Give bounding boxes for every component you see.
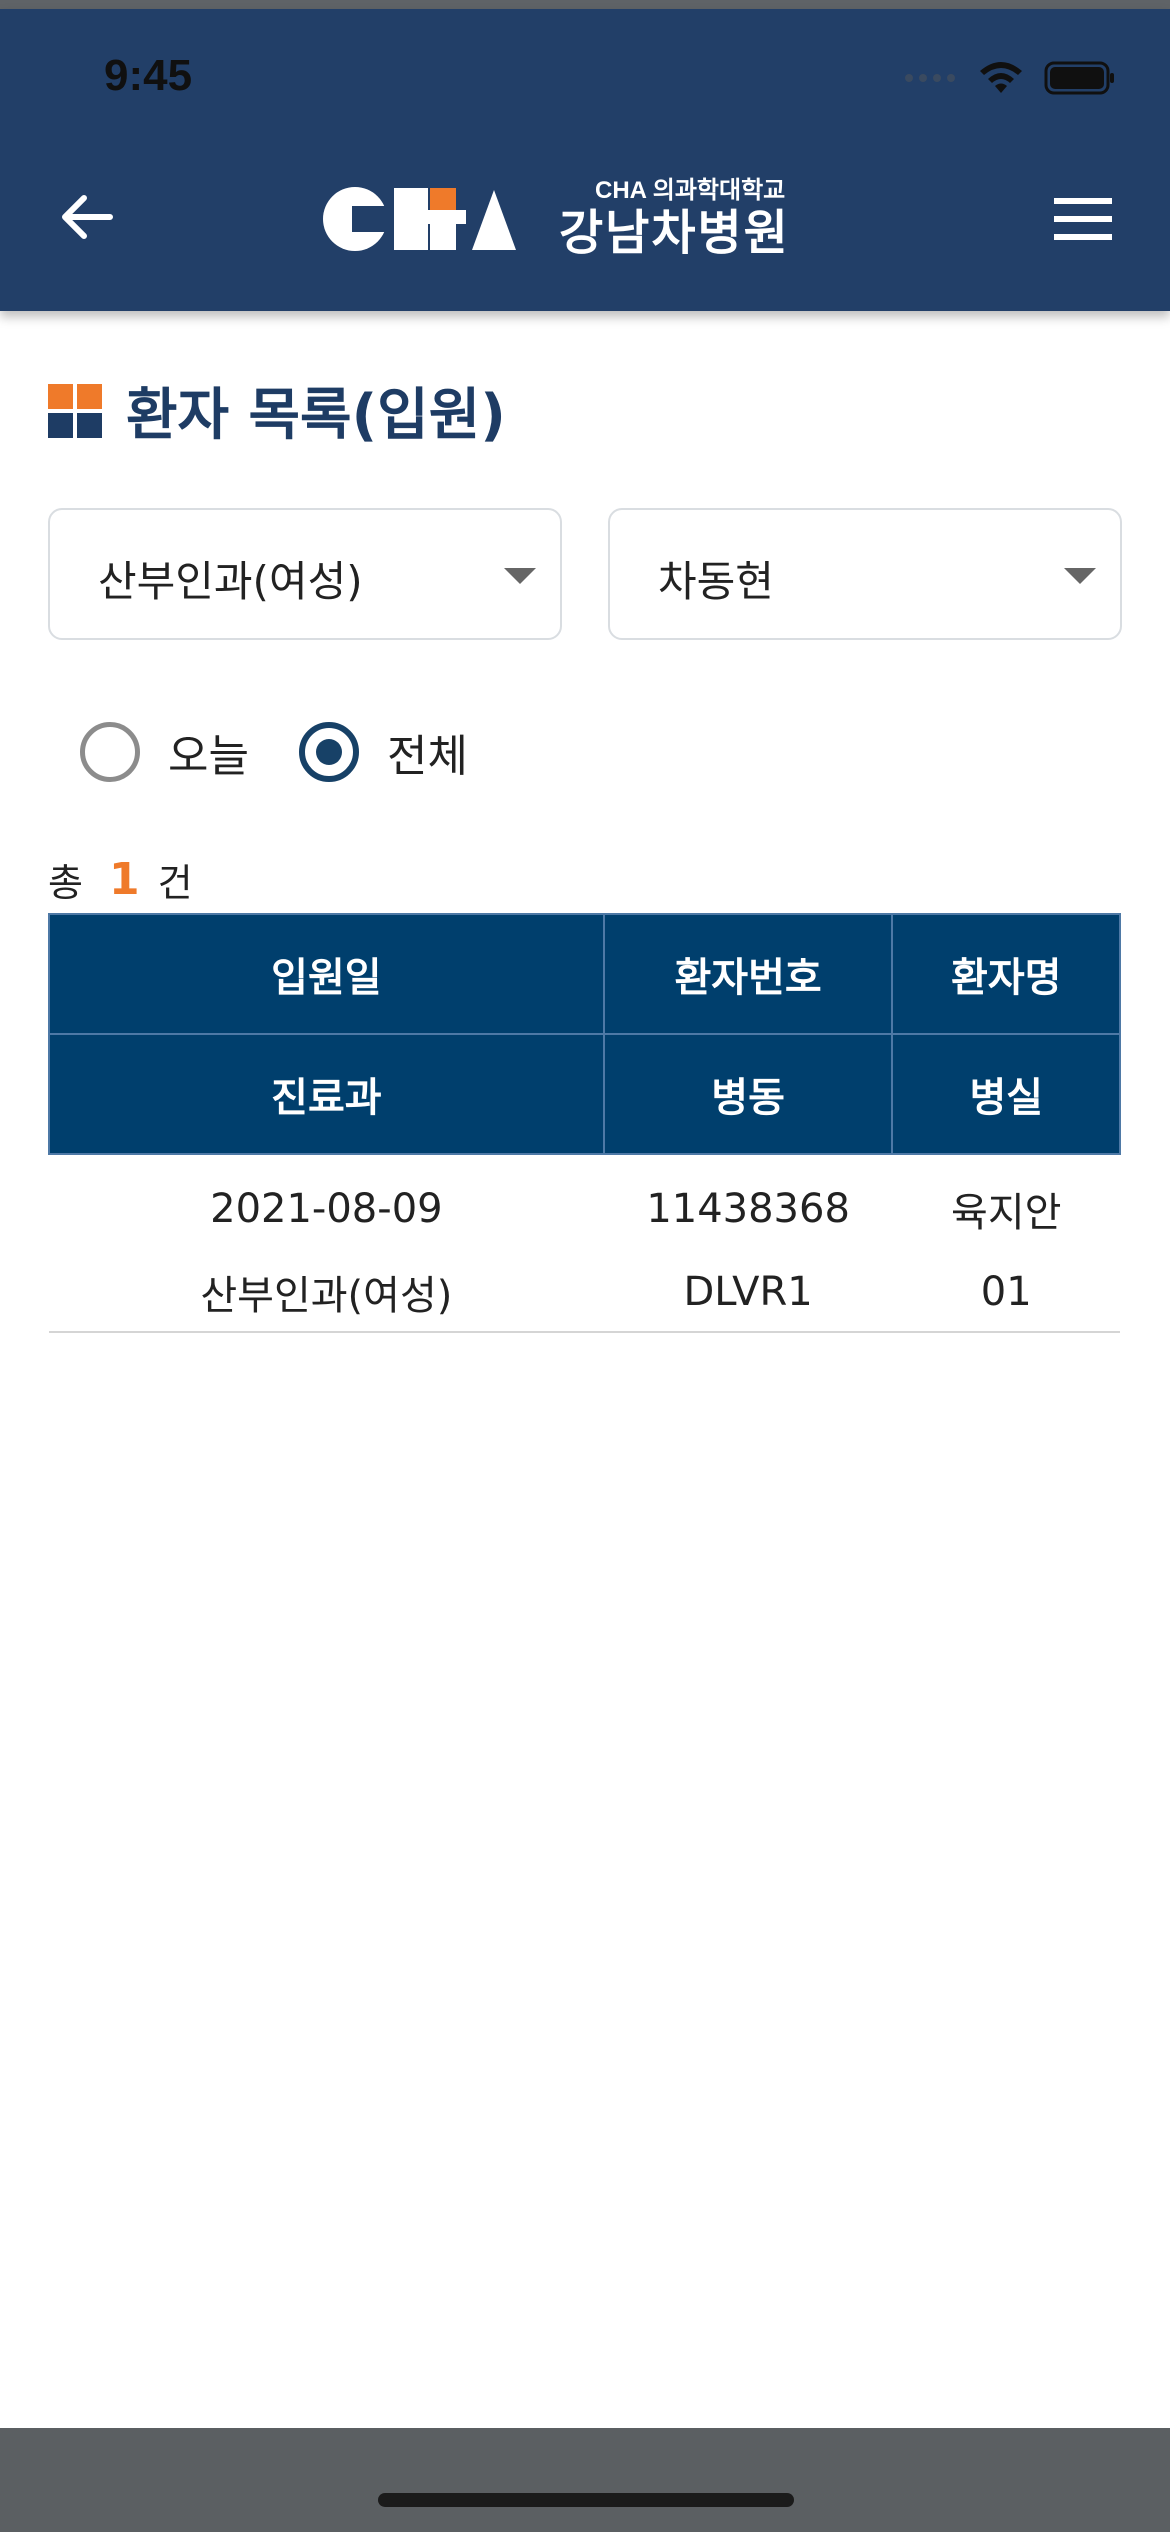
battery-icon (1044, 61, 1114, 95)
count-prefix: 총 (48, 861, 83, 905)
hamburger-menu-icon[interactable] (1050, 192, 1116, 246)
radio-all[interactable] (298, 722, 359, 782)
table-row[interactable]: 산부인과(여성) DLVR1 01 (49, 1253, 1120, 1333)
patient-table: 입원일 환자번호 환자명 진료과 병동 병실 2021-08-09 114383… (48, 913, 1121, 1333)
page-title-text: 환자 목록(입원) (126, 383, 506, 448)
cell-patient-name: 육지안 (951, 1190, 1062, 1236)
wifi-icon (980, 62, 1022, 93)
cell-room: 01 (892, 1253, 1120, 1333)
grid-squares-icon (48, 383, 102, 438)
back-arrow-icon[interactable] (54, 184, 120, 250)
cha-logo-icon (323, 187, 516, 251)
result-count: 총 1 건 (48, 852, 193, 907)
count-suffix: 건 (157, 861, 193, 905)
logo-subtitle: CHA 의과학대학교 (595, 177, 786, 204)
doctor-select-value: 차동현 (658, 557, 774, 606)
col-patient-name: 환자명 (891, 913, 1121, 1035)
col-patient-number: 환자번호 (602, 913, 894, 1035)
col-room: 병실 (891, 1033, 1121, 1155)
col-admission-date: 입원일 (48, 913, 605, 1035)
cell-ward: DLVR1 (603, 1253, 893, 1333)
logo-title: 강남차병원 (559, 205, 790, 261)
signal-dots-icon (905, 74, 955, 82)
department-select[interactable]: 산부인과(여성) (48, 508, 562, 640)
cell-admission-date: 2021-08-09 (210, 1186, 443, 1232)
cell-department: 산부인과(여성) (49, 1253, 604, 1333)
date-filter-radio-group: 오늘 전체 (80, 720, 518, 784)
radio-today-label[interactable]: 오늘 (168, 720, 249, 784)
bottom-bar (0, 2428, 1170, 2532)
app-header: 9:45 CHA 의과학대학교 강남차병원 (0, 9, 1170, 311)
table-header-row: 진료과 병동 병실 (48, 1033, 1121, 1155)
radio-all-label[interactable]: 전체 (387, 720, 468, 784)
chevron-down-icon (1064, 568, 1096, 584)
status-icons (904, 59, 1116, 97)
department-select-value: 산부인과(여성) (98, 557, 363, 606)
top-edge-strip (0, 0, 1170, 9)
hospital-logo[interactable]: CHA 의과학대학교 강남차병원 (322, 174, 790, 264)
logo-text: CHA 의과학대학교 강남차병원 (559, 177, 790, 261)
page-title: 환자 목록(입원) (48, 370, 506, 451)
status-time: 9:45 (104, 51, 193, 100)
chevron-down-icon (504, 568, 536, 584)
col-department: 진료과 (48, 1033, 605, 1155)
radio-today[interactable] (80, 722, 140, 782)
home-indicator[interactable] (378, 2493, 794, 2507)
count-number: 1 (108, 854, 140, 905)
table-header-row: 입원일 환자번호 환자명 (48, 913, 1121, 1035)
doctor-select[interactable]: 차동현 (608, 508, 1122, 640)
col-ward: 병동 (602, 1033, 894, 1155)
cell-patient-number: 11438368 (646, 1186, 850, 1232)
table-row[interactable]: 2021-08-09 11438368 육지안 (49, 1154, 1120, 1253)
